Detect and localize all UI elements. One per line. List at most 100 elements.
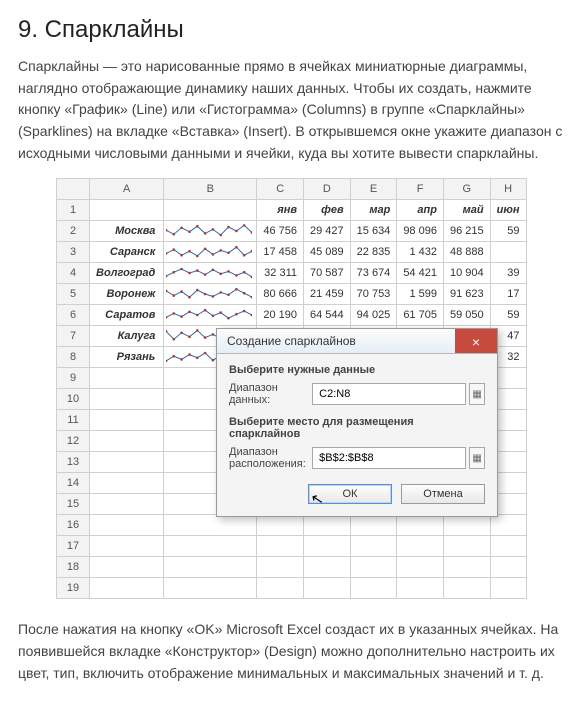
- empty-cell[interactable]: [164, 557, 257, 578]
- data-cell[interactable]: 32 311: [257, 263, 304, 284]
- column-header[interactable]: B: [164, 179, 257, 200]
- empty-cell[interactable]: [90, 368, 164, 389]
- range-picker-icon[interactable]: ▦: [469, 447, 485, 469]
- empty-cell[interactable]: [90, 389, 164, 410]
- empty-cell[interactable]: [90, 578, 164, 599]
- empty-cell[interactable]: [90, 431, 164, 452]
- data-cell[interactable]: 91 623: [443, 284, 490, 305]
- city-cell[interactable]: Саратов: [90, 305, 164, 326]
- empty-cell[interactable]: [443, 557, 490, 578]
- cell[interactable]: [90, 200, 164, 221]
- data-cell[interactable]: 70 753: [350, 284, 397, 305]
- empty-cell[interactable]: [490, 578, 526, 599]
- empty-cell[interactable]: [350, 515, 397, 536]
- data-cell[interactable]: 39: [490, 263, 526, 284]
- data-cell[interactable]: [490, 242, 526, 263]
- empty-cell[interactable]: [490, 515, 526, 536]
- city-cell[interactable]: Москва: [90, 221, 164, 242]
- column-header[interactable]: E: [350, 179, 397, 200]
- data-cell[interactable]: 59 050: [443, 305, 490, 326]
- range-picker-icon[interactable]: ▦: [469, 383, 485, 405]
- row-header[interactable]: 2: [57, 221, 90, 242]
- row-header[interactable]: 9: [57, 368, 90, 389]
- data-cell[interactable]: 61 705: [397, 305, 444, 326]
- data-cell[interactable]: 98 096: [397, 221, 444, 242]
- column-header[interactable]: D: [304, 179, 351, 200]
- empty-cell[interactable]: [350, 536, 397, 557]
- data-cell[interactable]: 22 835: [350, 242, 397, 263]
- row-header[interactable]: 17: [57, 536, 90, 557]
- data-cell[interactable]: 64 544: [304, 305, 351, 326]
- empty-cell[interactable]: [257, 578, 304, 599]
- data-cell[interactable]: 46 756: [257, 221, 304, 242]
- city-cell[interactable]: Рязань: [90, 347, 164, 368]
- empty-cell[interactable]: [397, 557, 444, 578]
- data-cell[interactable]: 15 634: [350, 221, 397, 242]
- data-cell[interactable]: 96 215: [443, 221, 490, 242]
- empty-cell[interactable]: [304, 536, 351, 557]
- empty-cell[interactable]: [443, 515, 490, 536]
- empty-cell[interactable]: [443, 578, 490, 599]
- empty-cell[interactable]: [257, 515, 304, 536]
- cell[interactable]: [164, 200, 257, 221]
- data-cell[interactable]: 59: [490, 221, 526, 242]
- empty-cell[interactable]: [490, 557, 526, 578]
- row-header[interactable]: 11: [57, 410, 90, 431]
- row-header[interactable]: 14: [57, 473, 90, 494]
- row-header[interactable]: 16: [57, 515, 90, 536]
- data-range-input[interactable]: [312, 383, 466, 405]
- empty-cell[interactable]: [90, 473, 164, 494]
- city-cell[interactable]: Воронеж: [90, 284, 164, 305]
- data-cell[interactable]: 73 674: [350, 263, 397, 284]
- empty-cell[interactable]: [90, 452, 164, 473]
- location-range-input[interactable]: [312, 447, 466, 469]
- row-header[interactable]: 12: [57, 431, 90, 452]
- empty-cell[interactable]: [443, 536, 490, 557]
- empty-cell[interactable]: [164, 515, 257, 536]
- month-header-cell[interactable]: июн: [490, 200, 526, 221]
- empty-cell[interactable]: [90, 536, 164, 557]
- data-cell[interactable]: 59: [490, 305, 526, 326]
- row-header[interactable]: 10: [57, 389, 90, 410]
- data-cell[interactable]: 70 587: [304, 263, 351, 284]
- row-header[interactable]: 1: [57, 200, 90, 221]
- row-header[interactable]: 5: [57, 284, 90, 305]
- month-header-cell[interactable]: апр: [397, 200, 444, 221]
- data-cell[interactable]: 54 421: [397, 263, 444, 284]
- data-cell[interactable]: 10 904: [443, 263, 490, 284]
- data-cell[interactable]: 1 432: [397, 242, 444, 263]
- empty-cell[interactable]: [90, 557, 164, 578]
- data-cell[interactable]: 21 459: [304, 284, 351, 305]
- data-cell[interactable]: 45 089: [304, 242, 351, 263]
- empty-cell[interactable]: [397, 515, 444, 536]
- row-header[interactable]: 7: [57, 326, 90, 347]
- empty-cell[interactable]: [304, 557, 351, 578]
- city-cell[interactable]: Саранск: [90, 242, 164, 263]
- sparkline-cell[interactable]: [164, 221, 257, 242]
- data-cell[interactable]: 29 427: [304, 221, 351, 242]
- sparkline-cell[interactable]: [164, 305, 257, 326]
- empty-cell[interactable]: [90, 515, 164, 536]
- column-header[interactable]: H: [490, 179, 526, 200]
- empty-cell[interactable]: [90, 494, 164, 515]
- empty-cell[interactable]: [397, 578, 444, 599]
- empty-cell[interactable]: [350, 557, 397, 578]
- column-header[interactable]: C: [257, 179, 304, 200]
- row-header[interactable]: 6: [57, 305, 90, 326]
- empty-cell[interactable]: [304, 515, 351, 536]
- cancel-button[interactable]: Отмена: [401, 484, 485, 504]
- empty-cell[interactable]: [304, 578, 351, 599]
- row-header[interactable]: 13: [57, 452, 90, 473]
- data-cell[interactable]: 20 190: [257, 305, 304, 326]
- column-header[interactable]: A: [90, 179, 164, 200]
- city-cell[interactable]: Калуга: [90, 326, 164, 347]
- row-header[interactable]: 19: [57, 578, 90, 599]
- sparkline-cell[interactable]: [164, 242, 257, 263]
- data-cell[interactable]: 1 599: [397, 284, 444, 305]
- sparkline-cell[interactable]: [164, 284, 257, 305]
- empty-cell[interactable]: [90, 410, 164, 431]
- data-cell[interactable]: 94 025: [350, 305, 397, 326]
- empty-cell[interactable]: [257, 557, 304, 578]
- sparkline-cell[interactable]: [164, 263, 257, 284]
- empty-cell[interactable]: [164, 578, 257, 599]
